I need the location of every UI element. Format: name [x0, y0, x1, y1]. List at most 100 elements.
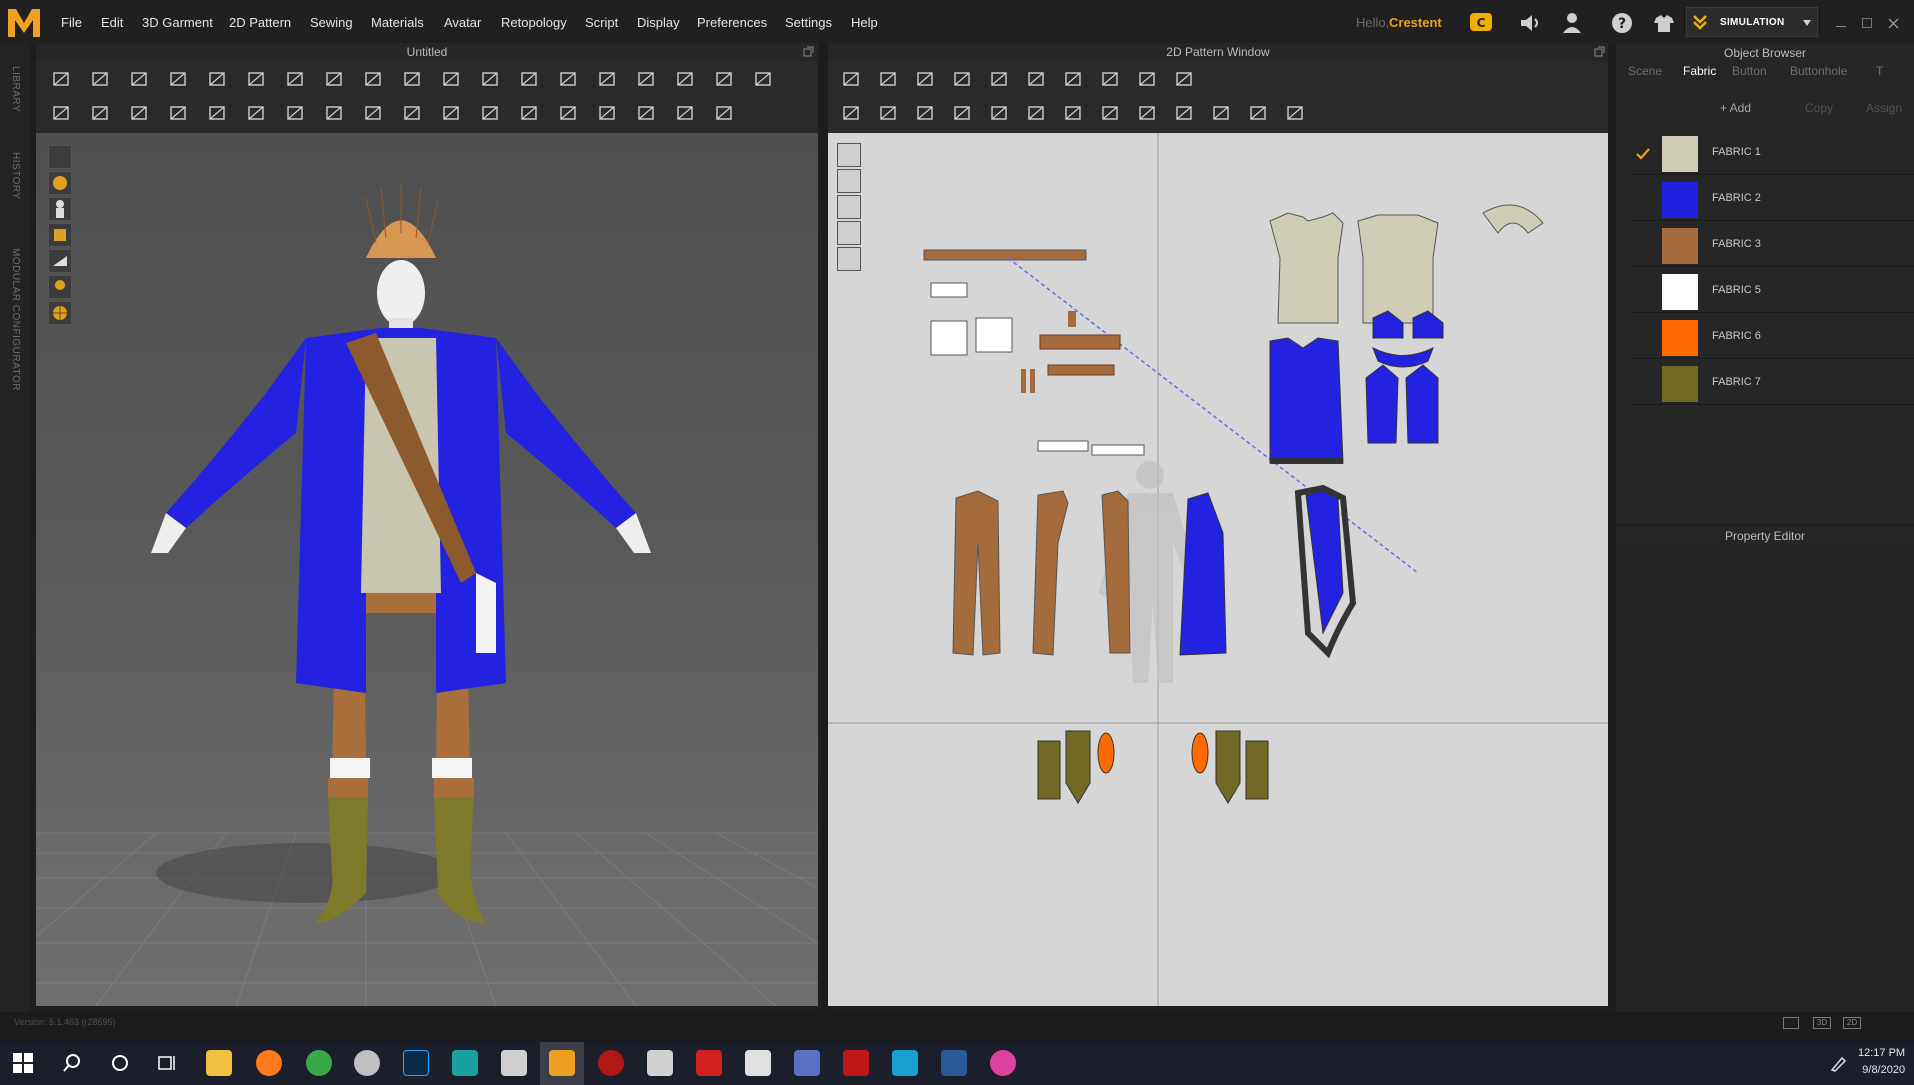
2d-row2-tool-icon-12[interactable] [1247, 102, 1269, 124]
menu-script[interactable]: Script [585, 15, 618, 30]
2d-row2-tool-icon-5[interactable] [988, 102, 1010, 124]
panel-splitter[interactable] [821, 43, 827, 1013]
2d-row2-tool-icon-1[interactable] [840, 102, 862, 124]
3d-row2-tool-icon-14[interactable] [557, 102, 579, 124]
2d-row2-tool-icon-11[interactable] [1210, 102, 1232, 124]
fabric-swatch[interactable] [1662, 274, 1698, 310]
menu-avatar[interactable]: Avatar [444, 15, 481, 30]
layout-3d-icon[interactable]: 3D [1813, 1017, 1831, 1029]
2d-row2-tool-icon-3[interactable] [914, 102, 936, 124]
3d-row2-tool-icon-8[interactable] [323, 102, 345, 124]
fabric-display-icon[interactable] [48, 223, 72, 247]
boot-piece-2[interactable] [1245, 740, 1269, 800]
orange-piece-2[interactable] [1191, 732, 1209, 774]
menu-materials[interactable]: Materials [371, 15, 424, 30]
texture-display-icon[interactable] [48, 171, 72, 195]
assign-fabric-button[interactable]: Assign [1866, 101, 1902, 115]
2d-row1-tool-icon-6[interactable] [1025, 68, 1047, 90]
orange-piece-1[interactable] [1097, 732, 1115, 774]
trouser-piece-1[interactable] [952, 490, 1001, 656]
fabric-swatch[interactable] [1662, 182, 1698, 218]
2d-row1-tool-icon-1[interactable] [840, 68, 862, 90]
2d-row2-tool-icon-8[interactable] [1099, 102, 1121, 124]
fabric-row[interactable]: FABRIC 7 [1632, 361, 1914, 405]
user-profile-icon[interactable] [1560, 12, 1584, 34]
3d-row2-tool-icon-17[interactable] [674, 102, 696, 124]
photos-icon[interactable] [941, 1050, 967, 1076]
tab-buttonhole[interactable]: Buttonhole [1790, 64, 1847, 78]
2d-row1-tool-icon-2[interactable] [877, 68, 899, 90]
fabric-2d-icon[interactable] [837, 221, 861, 245]
maximize-3d-icon[interactable] [803, 46, 814, 57]
3d-row1-tool-icon-2[interactable] [89, 68, 111, 90]
help-icon[interactable]: ? [1610, 12, 1634, 34]
2d-row2-tool-icon-2[interactable] [877, 102, 899, 124]
garment-community-icon[interactable] [1652, 12, 1676, 34]
2d-row1-tool-icon-4[interactable] [951, 68, 973, 90]
menu-preferences[interactable]: Preferences [697, 15, 767, 30]
3d-row2-tool-icon-2[interactable] [89, 102, 111, 124]
task-view-icon[interactable] [157, 1053, 177, 1073]
app-icon-14[interactable] [843, 1050, 869, 1076]
garment-2d-icon[interactable] [837, 169, 861, 193]
tab-scene[interactable]: Scene [1628, 64, 1662, 78]
avatar-2d-icon[interactable] [837, 247, 861, 271]
minimize-icon[interactable] [1836, 21, 1846, 27]
blue-coat-front-piece[interactable] [1269, 337, 1344, 464]
3d-row1-tool-icon-10[interactable] [401, 68, 423, 90]
menu-3d-garment[interactable]: 3D Garment [142, 15, 213, 30]
shirt-collar-piece[interactable] [1482, 204, 1544, 234]
chrome-icon[interactable] [306, 1050, 332, 1076]
layout-2d-icon[interactable]: 2D [1843, 1017, 1861, 1029]
globe-icon[interactable] [48, 301, 72, 325]
maximize-2d-icon[interactable] [1594, 46, 1605, 57]
layout-single-icon[interactable] [1783, 1017, 1799, 1029]
clock[interactable]: 12:17 PM 9/8/2020 [1858, 1045, 1905, 1079]
app-icon-7[interactable] [501, 1050, 527, 1076]
menu-display[interactable]: Display [637, 15, 680, 30]
3d-row2-tool-icon-3[interactable] [128, 102, 150, 124]
3d-row1-tool-icon-8[interactable] [323, 68, 345, 90]
2d-row1-tool-icon-8[interactable] [1099, 68, 1121, 90]
2d-row2-tool-icon-4[interactable] [951, 102, 973, 124]
3d-row1-tool-icon-15[interactable] [596, 68, 618, 90]
garment-display-icon[interactable] [48, 145, 72, 169]
2d-row2-tool-icon-7[interactable] [1062, 102, 1084, 124]
fabric-row[interactable]: FABRIC 5 [1632, 269, 1914, 313]
menu-edit[interactable]: Edit [101, 15, 123, 30]
fabric-swatch[interactable] [1662, 228, 1698, 264]
menu-retopology[interactable]: Retopology [501, 15, 567, 30]
menu-settings[interactable]: Settings [785, 15, 832, 30]
tab-fabric[interactable]: Fabric [1683, 64, 1716, 78]
trouser-piece-2[interactable] [1032, 490, 1069, 656]
menu-2d-pattern[interactable]: 2D Pattern [229, 15, 291, 30]
speaker-icon[interactable] [1518, 12, 1542, 34]
app-icon-11[interactable] [696, 1050, 722, 1076]
3d-row2-tool-icon-15[interactable] [596, 102, 618, 124]
3d-row2-tool-icon-13[interactable] [518, 102, 540, 124]
pen-tool-icon[interactable] [837, 143, 861, 167]
boot-piece-1[interactable] [1037, 740, 1061, 800]
shirt-front-piece[interactable] [1269, 212, 1344, 324]
3d-row1-tool-icon-13[interactable] [518, 68, 540, 90]
trouser-piece-3[interactable] [1101, 490, 1131, 654]
white-piece-2[interactable] [975, 317, 1013, 353]
discord-icon[interactable] [794, 1050, 820, 1076]
3d-row1-tool-icon-3[interactable] [128, 68, 150, 90]
avatar-display-icon[interactable] [48, 197, 72, 221]
marvelous-designer-icon[interactable] [549, 1050, 575, 1076]
2d-row1-tool-icon-5[interactable] [988, 68, 1010, 90]
3d-row1-tool-icon-4[interactable] [167, 68, 189, 90]
copy-fabric-button[interactable]: Copy [1805, 101, 1833, 115]
3d-row1-tool-icon-1[interactable] [50, 68, 72, 90]
flag-display-icon[interactable] [48, 249, 72, 273]
cloud-sync-icon[interactable]: C [1469, 11, 1493, 33]
3d-row2-tool-icon-1[interactable] [50, 102, 72, 124]
fabric-row[interactable]: FABRIC 6 [1632, 315, 1914, 359]
3d-row1-tool-icon-16[interactable] [635, 68, 657, 90]
3d-row1-tool-icon-5[interactable] [206, 68, 228, 90]
fabric-row[interactable]: FABRIC 2 [1632, 177, 1914, 221]
app-icon-4[interactable] [354, 1050, 380, 1076]
2d-row1-tool-icon-3[interactable] [914, 68, 936, 90]
fabric-swatch[interactable] [1662, 136, 1698, 172]
